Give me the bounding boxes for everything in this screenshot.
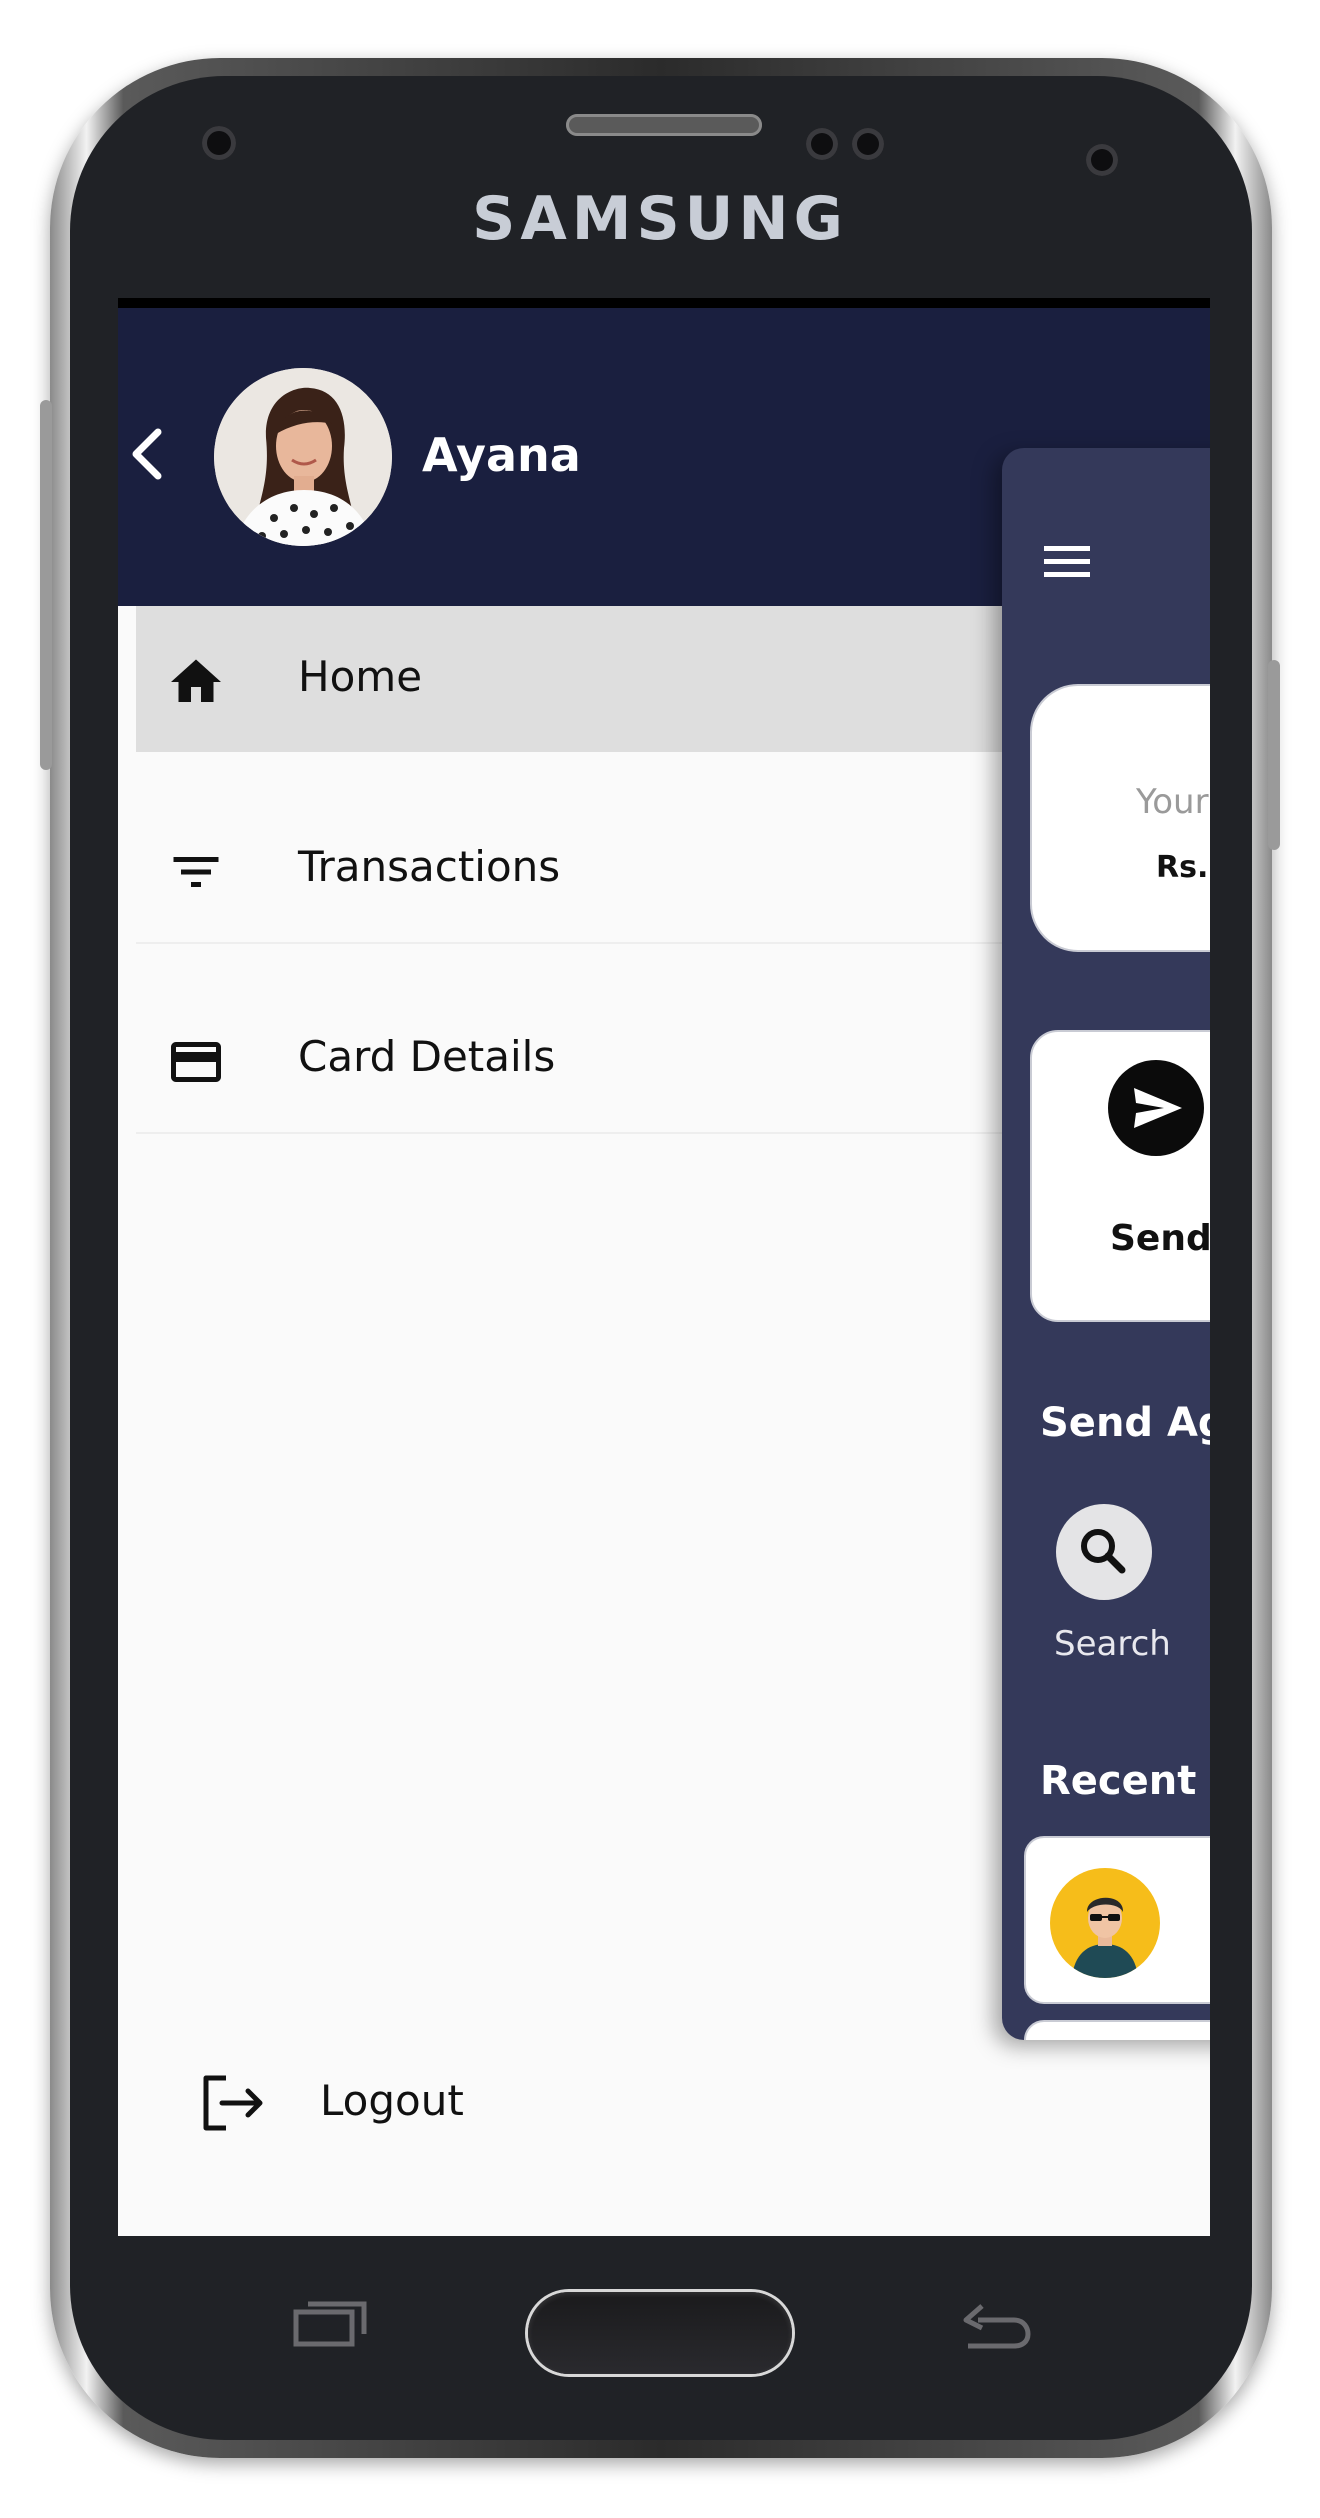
proximity-sensor-icon xyxy=(852,128,884,160)
send-label: Send xyxy=(1110,1218,1210,1259)
sensor-icon xyxy=(202,126,236,160)
balance-label: Your xyxy=(1136,782,1209,822)
home-screen-panel[interactable]: Your Rs.3 Send Send Ag Search Recent T xyxy=(1002,448,1210,2040)
balance-card[interactable]: Your Rs.3 xyxy=(1030,684,1210,952)
user-name: Ayana xyxy=(422,428,581,482)
contact-avatar xyxy=(1050,1868,1160,1978)
screen: Ayana Home Transactions Card Details Log… xyxy=(118,298,1210,2236)
front-camera-icon xyxy=(806,128,838,160)
brand-logo: SAMSUNG xyxy=(472,184,848,254)
back-icon[interactable] xyxy=(958,2298,1034,2352)
volume-button xyxy=(40,400,52,770)
search-button[interactable] xyxy=(1056,1504,1152,1600)
person-icon xyxy=(1072,1897,1138,1978)
filter-icon xyxy=(173,857,219,887)
transaction-item[interactable] xyxy=(1024,2020,1210,2040)
menu-icon[interactable] xyxy=(1044,544,1090,580)
home-button[interactable] xyxy=(528,2292,792,2374)
home-icon xyxy=(171,659,221,702)
drawer-item-label: Card Details xyxy=(298,1032,556,1081)
light-sensor-icon xyxy=(1086,144,1118,176)
earpiece-speaker xyxy=(566,114,762,136)
logout-button[interactable]: Logout xyxy=(198,2058,598,2148)
recent-apps-icon[interactable] xyxy=(292,2298,368,2348)
drawer-item-label: Home xyxy=(298,652,423,701)
logout-icon xyxy=(203,2075,263,2131)
drawer-item-label: Transactions xyxy=(298,842,561,891)
search-label: Search xyxy=(1054,1624,1171,1664)
balance-value: Rs.3 xyxy=(1156,850,1210,885)
power-button xyxy=(1268,660,1280,850)
logout-label: Logout xyxy=(320,2076,464,2125)
avatar[interactable] xyxy=(214,368,392,546)
recent-transactions-title: Recent T xyxy=(1040,1758,1210,1804)
search-icon xyxy=(1081,1529,1126,1574)
send-button[interactable]: Send xyxy=(1030,1030,1210,1322)
avatar-photo-icon xyxy=(214,368,392,546)
send-icon xyxy=(1108,1060,1204,1156)
credit-card-icon xyxy=(171,1042,221,1082)
back-chevron-icon[interactable] xyxy=(128,424,168,484)
send-again-title: Send Ag xyxy=(1040,1400,1210,1446)
transaction-item[interactable] xyxy=(1024,1836,1210,2004)
app-screen: Ayana Home Transactions Card Details Log… xyxy=(118,308,1210,2236)
